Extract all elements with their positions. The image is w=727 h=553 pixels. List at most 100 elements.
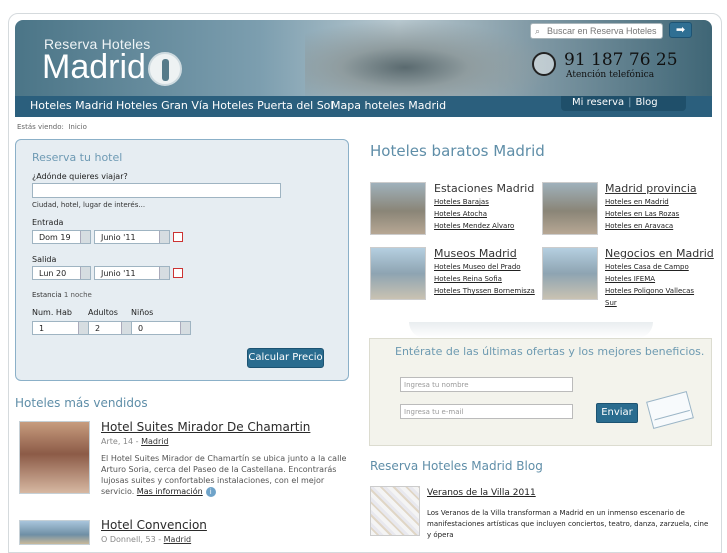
category-link[interactable]: Hoteles en Madrid (605, 198, 669, 206)
phone-icon (532, 52, 556, 76)
destination-input[interactable] (32, 183, 281, 198)
nav-hoteles-gran-via[interactable]: Hoteles Gran Vía (116, 99, 209, 112)
checkin-month-select[interactable]: Junio '11 (94, 230, 170, 244)
adults-value: 2 (95, 324, 101, 333)
calendar-icon[interactable] (173, 268, 183, 278)
chevron-down-icon (80, 231, 90, 243)
children-label: Niños (131, 308, 154, 317)
checkout-month-value: Junio '11 (101, 269, 136, 278)
destination-label: ¿Adónde quieres viajar? (32, 172, 128, 181)
hotel-city-link[interactable]: Madrid (164, 535, 191, 544)
hotel-address: Arte, 14 - Madrid (101, 437, 169, 446)
hotel-image[interactable] (19, 421, 90, 494)
children-value: 0 (138, 324, 144, 333)
header-image (305, 20, 555, 99)
breadcrumb: Estás viendo: Inicio (17, 123, 87, 131)
category-link[interactable]: Sur (605, 299, 617, 307)
search-placeholder: Buscar en Reserva Hoteles (547, 26, 657, 36)
category-image[interactable] (370, 247, 426, 300)
cheap-hotels-title: Hoteles baratos Madrid (370, 142, 545, 160)
rooms-select[interactable]: 1 (32, 321, 89, 335)
blog-post-excerpt: Los Veranos de la Villa transforman a Ma… (427, 509, 709, 539)
checkout-day-select[interactable]: Lun 20 (32, 266, 91, 280)
stay-info: Estancia 1 noche (32, 291, 92, 299)
chevron-down-icon (180, 322, 190, 334)
my-reservation-link[interactable]: Mi reserva (572, 97, 624, 108)
category-link[interactable]: Hoteles Casa de Campo (605, 263, 689, 271)
hotel-address: O Donnell, 53 - Madrid (101, 535, 191, 544)
chevron-down-icon (78, 322, 88, 334)
category-link[interactable]: Hoteles en Aravaca (605, 222, 673, 230)
bestsellers-title: Hoteles más vendidos (15, 396, 148, 410)
newsletter-name-input[interactable]: Ingresa tu nombre (400, 377, 573, 392)
checkout-month-select[interactable]: Junio '11 (94, 266, 170, 280)
blog-section-title: Reserva Hoteles Madrid Blog (370, 459, 543, 473)
phone-subtitle: Atención telefónica (566, 70, 655, 80)
checkin-day-select[interactable]: Dom 19 (32, 230, 91, 244)
category-heading: Estaciones Madrid (434, 182, 535, 195)
category-link[interactable]: Hoteles Reina Sofia (434, 275, 502, 283)
chevron-down-icon (159, 231, 169, 243)
separator: | (628, 97, 632, 108)
category-link[interactable]: Hoteles Poligono Vallecas (605, 287, 694, 295)
more-info-link[interactable]: Mas información (137, 487, 203, 496)
info-icon[interactable]: i (205, 487, 216, 497)
blog-post-title-link[interactable]: Veranos de la Villa 2011 (427, 488, 536, 498)
category-link[interactable]: Hoteles Mendez Alvaro (434, 222, 514, 230)
hotel-city-link[interactable]: Madrid (141, 437, 168, 446)
category-link[interactable]: Hoteles Thyssen Bornemisza (434, 287, 535, 295)
search-button[interactable]: ➡ (669, 22, 692, 38)
category-heading[interactable]: Museos Madrid (434, 247, 517, 260)
chevron-down-icon (121, 322, 131, 334)
checkin-day-value: Dom 19 (39, 233, 71, 242)
divider-shadow (409, 322, 653, 338)
checkin-label: Entrada (32, 218, 64, 227)
category-link[interactable]: Hoteles en Las Rozas (605, 210, 679, 218)
hotel-address-street: O Donnell, 53 - (101, 535, 164, 544)
booking-form: Reserva tu hotel ¿Adónde quieres viajar?… (15, 139, 349, 381)
adults-label: Adultos (88, 308, 118, 317)
hotel-image[interactable] (19, 520, 90, 545)
logo-main-text[interactable]: Madrid (42, 48, 146, 87)
category-image[interactable] (542, 182, 598, 235)
category-link[interactable]: Hoteles Atocha (434, 210, 487, 218)
category-link[interactable]: Hoteles Barajas (434, 198, 489, 206)
children-select[interactable]: 0 (131, 321, 191, 335)
calendar-icon[interactable] (173, 232, 183, 242)
account-tab: Mi reserva | Blog (561, 96, 686, 111)
destination-hint: Ciudad, hotel, lugar de interés... (32, 201, 146, 209)
phone-number: 91 187 76 25 (564, 50, 678, 70)
stay-value: 1 noche (63, 291, 92, 299)
adults-select[interactable]: 2 (88, 321, 132, 335)
nav-mapa-hoteles[interactable]: Mapa hoteles Madrid (331, 99, 446, 112)
checkout-label: Salida (32, 255, 57, 264)
category-image[interactable] (542, 247, 598, 300)
checkout-day-value: Lun 20 (39, 269, 67, 278)
chevron-down-icon (80, 267, 90, 279)
nav-hoteles-madrid[interactable]: Hoteles Madrid (30, 99, 113, 112)
breadcrumb-current[interactable]: Inicio (68, 123, 87, 131)
hotel-name-link[interactable]: Hotel Convencion (101, 518, 207, 532)
breadcrumb-label: Estás viendo: (17, 123, 64, 131)
logo-bear-icon[interactable] (148, 52, 182, 86)
nav-hoteles-puerta-del-sol[interactable]: Hoteles Puerta del Sol (212, 99, 333, 112)
newsletter-email-input[interactable]: Ingresa tu e-mail (400, 404, 573, 419)
chevron-down-icon (159, 267, 169, 279)
stay-label: Estancia (32, 291, 62, 299)
search-input[interactable]: ⌕ Buscar en Reserva Hoteles (530, 23, 663, 39)
category-heading[interactable]: Negocios en Madrid (605, 247, 714, 260)
category-link[interactable]: Hoteles IFEMA (605, 275, 655, 283)
calculate-price-button[interactable]: Calcular Precio (247, 348, 324, 368)
envelope-icon (646, 391, 694, 429)
checkin-month-value: Junio '11 (101, 233, 136, 242)
search-icon: ⌕ (535, 26, 541, 36)
category-image[interactable] (370, 182, 426, 235)
blog-post-image[interactable] (370, 486, 420, 536)
newsletter-send-button[interactable]: Enviar (596, 403, 638, 423)
hotel-name-link[interactable]: Hotel Suites Mirador De Chamartin (101, 420, 310, 434)
hotel-description: El Hotel Suites Mirador de Chamartín se … (101, 453, 356, 497)
blog-link[interactable]: Blog (636, 97, 658, 108)
category-heading[interactable]: Madrid provincia (605, 182, 697, 195)
category-link[interactable]: Hoteles Museo del Prado (434, 263, 521, 271)
newsletter-box: Entérate de las últimas ofertas y los me… (369, 338, 712, 446)
